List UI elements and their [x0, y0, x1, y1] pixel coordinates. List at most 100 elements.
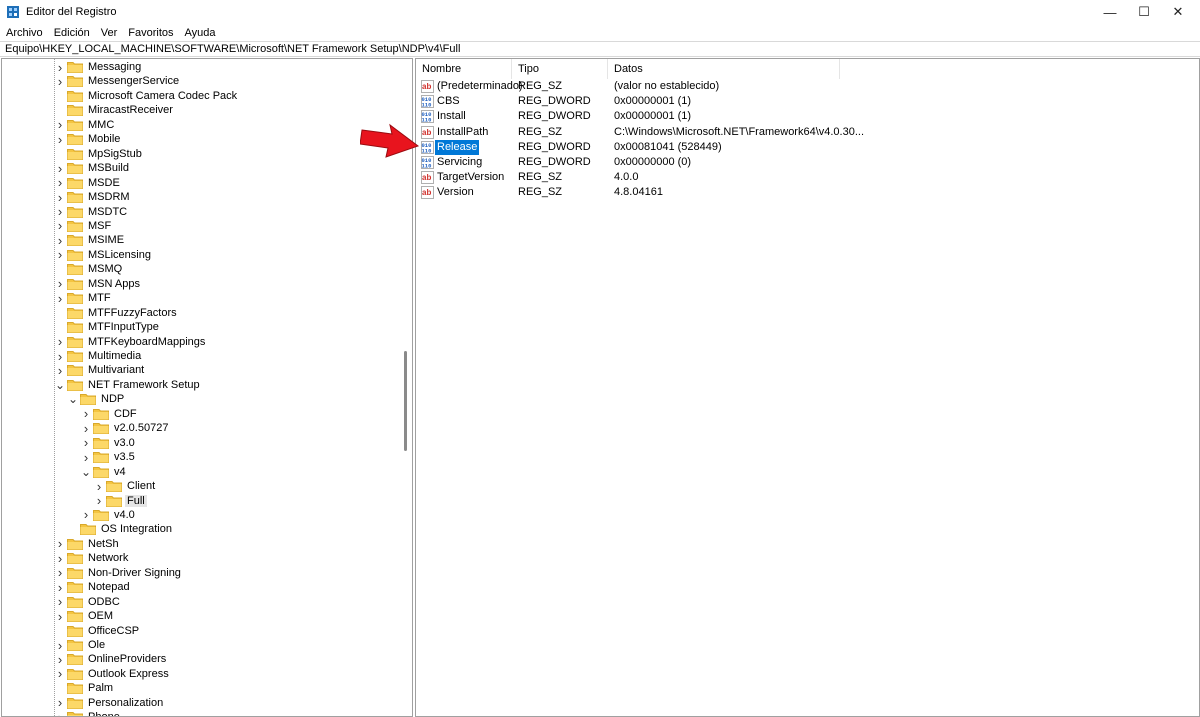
chevron-right-icon[interactable]: ›	[55, 594, 65, 609]
chevron-right-icon[interactable]: ›	[81, 507, 91, 522]
tree-item[interactable]: › MSIME	[55, 233, 126, 248]
chevron-right-icon[interactable]: ›	[55, 117, 65, 132]
tree-item[interactable]: Microsoft Camera Codec Pack	[55, 89, 239, 103]
tree-item[interactable]: MiracastReceiver	[55, 103, 175, 117]
column-header-nombre[interactable]: Nombre	[416, 59, 512, 79]
chevron-right-icon[interactable]: ›	[81, 435, 91, 450]
chevron-down-icon[interactable]: ⌄	[81, 465, 91, 479]
tree-item[interactable]: › Network	[55, 551, 130, 566]
chevron-right-icon[interactable]: ›	[55, 349, 65, 364]
chevron-right-icon[interactable]: ›	[55, 334, 65, 349]
chevron-right-icon[interactable]: ›	[55, 233, 65, 248]
column-header-tipo[interactable]: Tipo	[512, 59, 608, 79]
menu-ver[interactable]: Ver	[101, 27, 118, 39]
chevron-right-icon[interactable]: ›	[55, 218, 65, 233]
registry-value-row[interactable]: 010 110 Install REG_DWORD 0x00000001 (1)	[416, 109, 1196, 124]
tree-item[interactable]: › NetSh	[55, 536, 121, 551]
chevron-right-icon[interactable]: ›	[94, 479, 104, 494]
chevron-right-icon[interactable]: ›	[55, 74, 65, 89]
tree-item[interactable]: › ODBC	[55, 594, 122, 609]
tree-item[interactable]: › OEM	[55, 609, 115, 624]
chevron-right-icon[interactable]: ›	[55, 291, 65, 306]
chevron-right-icon[interactable]: ›	[55, 710, 65, 716]
chevron-right-icon[interactable]	[55, 306, 65, 320]
tree-item[interactable]: › MSBuild	[55, 161, 131, 176]
menu-archivo[interactable]: Archivo	[6, 27, 43, 39]
tree-item[interactable]: › MSDTC	[55, 204, 129, 219]
tree-item[interactable]: › MSDRM	[55, 190, 132, 205]
chevron-right-icon[interactable]	[55, 103, 65, 117]
tree-item[interactable]: › MSLicensing	[55, 247, 153, 262]
chevron-right-icon[interactable]	[55, 624, 65, 638]
chevron-right-icon[interactable]: ›	[55, 60, 65, 75]
tree-item[interactable]: › v3.5	[81, 450, 137, 465]
tree-item[interactable]: › Phone	[55, 710, 122, 716]
tree-item[interactable]: › MSF	[55, 218, 113, 233]
chevron-right-icon[interactable]	[55, 147, 65, 161]
registry-value-row[interactable]: ab TargetVersion REG_SZ 4.0.0	[416, 170, 1196, 185]
tree-item[interactable]: › Notepad	[55, 580, 132, 595]
registry-value-row[interactable]: 010 110 Release REG_DWORD 0x00081041 (528449…	[416, 139, 1196, 155]
column-header-datos[interactable]: Datos	[608, 59, 840, 79]
registry-value-row[interactable]: ab Version REG_SZ 4.8.04161	[416, 185, 1196, 200]
tree-item[interactable]: MTFFuzzyFactors	[55, 306, 179, 320]
chevron-right-icon[interactable]	[55, 320, 65, 334]
tree-item[interactable]: › Multivariant	[55, 363, 146, 378]
tree-item[interactable]: › Mobile	[55, 132, 122, 147]
chevron-right-icon[interactable]: ›	[81, 406, 91, 421]
chevron-right-icon[interactable]	[55, 262, 65, 276]
tree-item[interactable]: › v2.0.50727	[81, 421, 170, 436]
tree-item[interactable]: › CDF	[81, 406, 139, 421]
menu-favoritos[interactable]: Favoritos	[128, 27, 173, 39]
chevron-right-icon[interactable]: ›	[55, 247, 65, 262]
tree-item[interactable]: › OnlineProviders	[55, 652, 168, 667]
tree-item[interactable]: › Ole	[55, 638, 107, 653]
tree-item[interactable]: › Full	[94, 493, 147, 508]
tree-item[interactable]: › v3.0	[81, 435, 137, 450]
chevron-right-icon[interactable]: ›	[55, 609, 65, 624]
chevron-right-icon[interactable]: ›	[94, 493, 104, 508]
tree-scrollbar-thumb[interactable]	[404, 351, 407, 451]
chevron-right-icon[interactable]	[55, 681, 65, 695]
chevron-right-icon[interactable]: ›	[55, 276, 65, 291]
chevron-right-icon[interactable]: ›	[81, 421, 91, 436]
chevron-right-icon[interactable]: ›	[55, 132, 65, 147]
chevron-right-icon[interactable]: ›	[55, 580, 65, 595]
values-list[interactable]: Nombre Tipo Datos ab (Predeterminado) REG_…	[415, 58, 1200, 717]
tree-item[interactable]: OS Integration	[68, 522, 174, 536]
chevron-right-icon[interactable]: ›	[55, 638, 65, 653]
chevron-down-icon[interactable]: ⌄	[55, 378, 65, 392]
registry-value-row[interactable]: 010 110 CBS REG_DWORD 0x00000001 (1)	[416, 94, 1196, 109]
chevron-right-icon[interactable]: ›	[55, 536, 65, 551]
tree-item[interactable]: OfficeCSP	[55, 624, 141, 638]
chevron-right-icon[interactable]: ›	[55, 666, 65, 681]
chevron-right-icon[interactable]: ›	[81, 450, 91, 465]
tree-item[interactable]: › Multimedia	[55, 349, 143, 364]
tree-item[interactable]: › Client	[94, 479, 157, 494]
tree-item[interactable]: › MTF	[55, 291, 113, 306]
tree-item[interactable]: ⌄ NDP	[68, 392, 126, 406]
tree-item[interactable]: › MTFKeyboardMappings	[55, 334, 207, 349]
chevron-right-icon[interactable]: ›	[55, 204, 65, 219]
chevron-right-icon[interactable]: ›	[55, 363, 65, 378]
registry-tree[interactable]: › Messaging › MessengerService Microsoft Cam…	[1, 58, 413, 717]
chevron-right-icon[interactable]: ›	[55, 190, 65, 205]
registry-value-row[interactable]: ab (Predeterminado) REG_SZ (valor no establ…	[416, 79, 1196, 94]
registry-value-row[interactable]: 010 110 Servicing REG_DWORD 0x00000000 (0)	[416, 155, 1196, 170]
tree-item[interactable]: › Messaging	[55, 60, 143, 75]
address-bar[interactable]: Equipo\HKEY_LOCAL_MACHINE\SOFTWARE\Micro…	[0, 41, 1200, 57]
tree-item[interactable]: MpSigStub	[55, 147, 144, 161]
tree-item[interactable]: › Outlook Express	[55, 666, 171, 681]
tree-item[interactable]: MSMQ	[55, 262, 124, 276]
tree-item[interactable]: › Personalization	[55, 695, 165, 710]
registry-value-row[interactable]: ab InstallPath REG_SZ C:\Windows\Microsoft.…	[416, 125, 1196, 140]
chevron-right-icon[interactable]: ›	[55, 161, 65, 176]
tree-item[interactable]: › MSN Apps	[55, 276, 142, 291]
tree-item[interactable]: Palm	[55, 681, 115, 695]
chevron-right-icon[interactable]	[55, 89, 65, 103]
tree-item[interactable]: › Non-Driver Signing	[55, 565, 183, 580]
menu-ayuda[interactable]: Ayuda	[185, 27, 216, 39]
close-button[interactable]: ✕	[1155, 0, 1200, 24]
tree-item[interactable]: › MSDE	[55, 175, 122, 190]
chevron-right-icon[interactable]: ›	[55, 551, 65, 566]
